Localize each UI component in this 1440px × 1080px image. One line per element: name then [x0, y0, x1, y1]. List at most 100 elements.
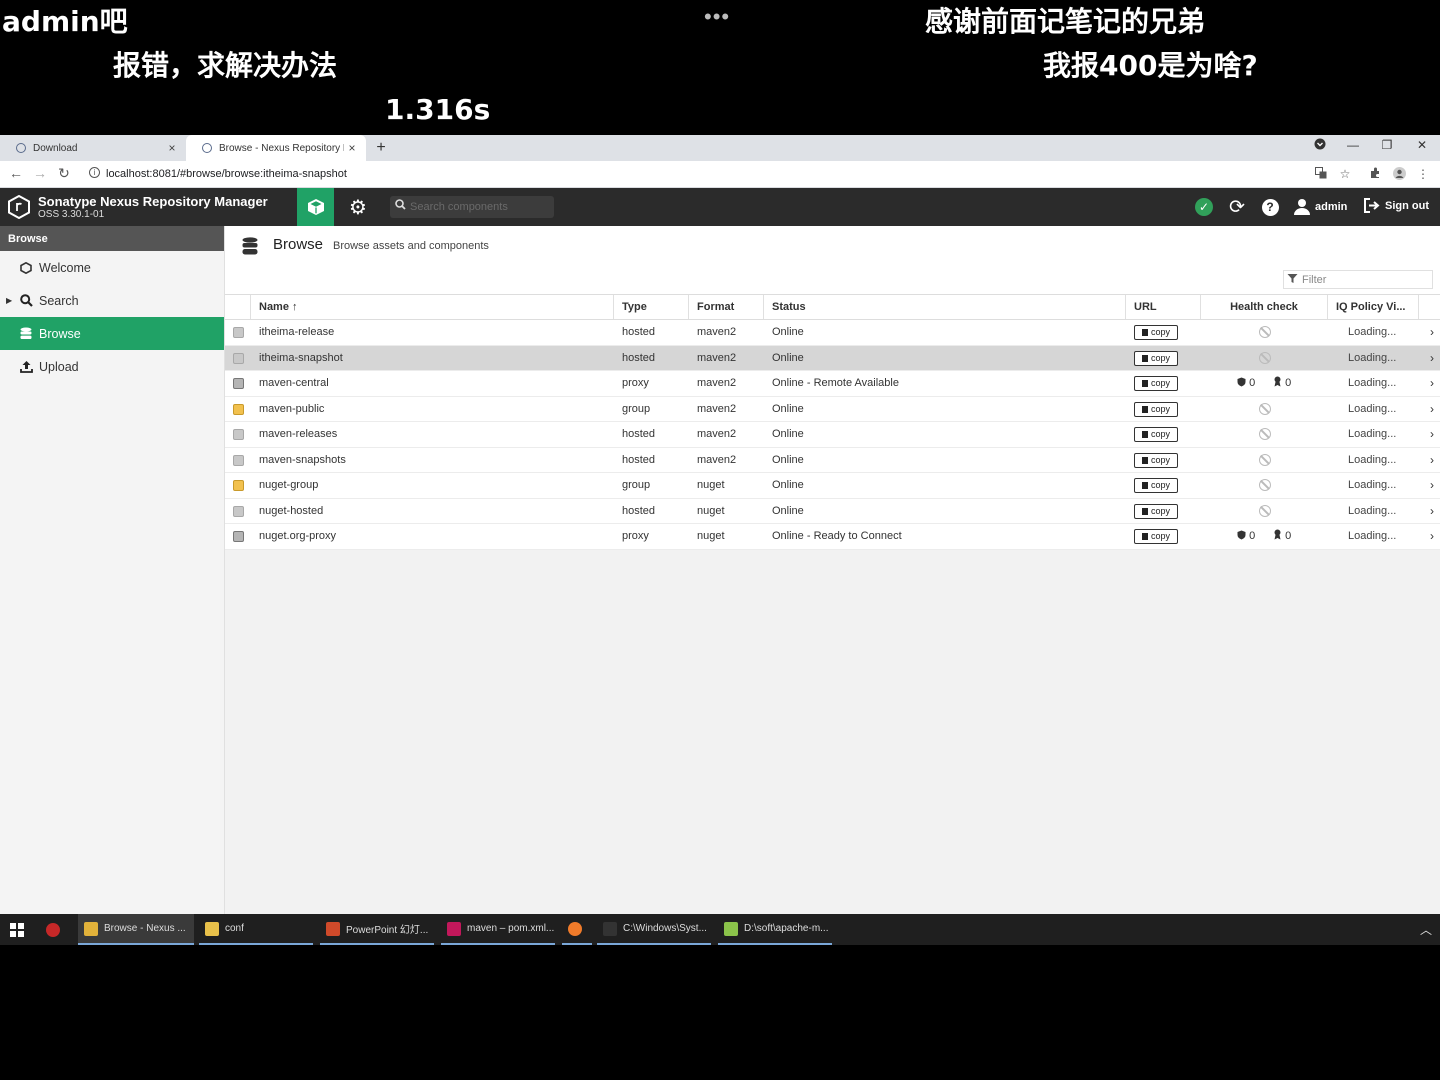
table-row[interactable]: nuget-group group nuget Online copy Loading..… — [225, 473, 1440, 499]
security-shield-icon[interactable]: 0 — [1237, 524, 1255, 549]
copy-url-button[interactable]: copy — [1134, 401, 1178, 417]
forward-arrow-icon[interactable]: → — [31, 165, 49, 181]
chevron-right-icon[interactable]: › — [1430, 397, 1434, 422]
column-header-name[interactable]: Name ↑ — [251, 295, 614, 319]
license-ribbon-icon[interactable]: 0 — [1273, 524, 1291, 549]
chevron-right-icon[interactable]: › — [1430, 320, 1434, 345]
restore-button[interactable]: ❐ — [1377, 138, 1397, 152]
taskbar-item[interactable]: Browse - Nexus ... — [78, 914, 194, 945]
sonatype-logo-icon[interactable] — [8, 195, 30, 219]
windows-start-icon[interactable] — [10, 923, 24, 937]
bookmark-star-icon[interactable]: ☆ — [1337, 167, 1353, 181]
repo-status: Online — [772, 351, 804, 364]
sidebar-item-search[interactable]: ▶ Search — [0, 284, 224, 317]
column-header-format[interactable]: Format — [689, 295, 764, 319]
profile-menu-icon[interactable] — [1310, 138, 1330, 153]
sidebar-item-welcome[interactable]: Welcome — [0, 251, 224, 284]
health-check-disabled-icon[interactable] — [1259, 479, 1271, 491]
health-check-disabled-icon[interactable] — [1259, 453, 1271, 466]
browser-tab-nexus[interactable]: Browse - Nexus Repository M... × — [186, 135, 366, 161]
chevron-right-icon[interactable]: › — [1430, 346, 1434, 371]
health-check-cell — [1201, 473, 1328, 498]
user-menu-button[interactable]: admin — [1294, 198, 1347, 215]
taskbar-item[interactable]: conf — [199, 914, 313, 945]
filter-box[interactable] — [1283, 270, 1433, 289]
copy-url-button[interactable]: copy — [1134, 376, 1178, 391]
url-field[interactable]: localhost:8081/#browse/browse:itheima-sn… — [106, 168, 347, 180]
back-arrow-icon[interactable]: ← — [7, 165, 25, 181]
chevron-right-icon[interactable]: › — [1430, 473, 1434, 498]
expand-arrow-icon[interactable]: ▶ — [6, 296, 12, 305]
refresh-icon[interactable]: ⟳ — [1226, 196, 1248, 218]
column-header-status[interactable]: Status — [764, 295, 1126, 319]
health-check-disabled-icon[interactable] — [1259, 326, 1271, 338]
more-options-icon[interactable]: ••• — [704, 4, 730, 30]
taskbar-app-icon[interactable] — [40, 914, 74, 945]
site-info-icon[interactable]: i — [89, 167, 100, 178]
copy-url-button[interactable]: copy — [1134, 529, 1178, 544]
copy-url-button[interactable]: copy — [1134, 503, 1178, 519]
new-tab-button[interactable]: + — [372, 139, 390, 157]
close-tab-icon[interactable]: × — [344, 141, 360, 155]
close-window-button[interactable]: ✕ — [1412, 138, 1432, 152]
minimize-button[interactable]: — — [1343, 138, 1363, 152]
search-components-box[interactable] — [390, 196, 554, 218]
health-check-disabled-icon[interactable] — [1259, 402, 1271, 415]
table-row[interactable]: itheima-release hosted maven2 Online copy Loa… — [225, 320, 1440, 346]
health-check-disabled-icon[interactable] — [1259, 351, 1271, 364]
chevron-right-icon[interactable]: › — [1430, 448, 1434, 473]
translate-icon[interactable] — [1313, 167, 1329, 182]
table-row[interactable]: maven-public group maven2 Online copy Loading… — [225, 396, 1440, 422]
copy-url-button[interactable]: copy — [1134, 478, 1178, 493]
tray-chevron-up-icon[interactable]: ︿ — [1420, 921, 1432, 938]
filter-input[interactable] — [1302, 272, 1430, 287]
repo-name: maven-releases — [259, 428, 338, 440]
security-shield-icon[interactable]: 0 — [1237, 371, 1255, 396]
reload-icon[interactable]: ↻ — [55, 165, 73, 182]
sidebar-item-browse[interactable]: Browse — [0, 317, 224, 350]
taskbar-item-label: conf — [225, 923, 244, 934]
help-icon[interactable]: ? — [1259, 196, 1281, 218]
browser-tab-download[interactable]: Download × — [0, 135, 186, 161]
taskbar-item[interactable]: PowerPoint 幻灯... — [320, 914, 434, 945]
taskbar-item[interactable]: C:\Windows\Syst... — [597, 914, 711, 945]
sign-out-button[interactable]: Sign out — [1364, 198, 1429, 213]
copy-url-button[interactable]: copy — [1134, 427, 1178, 442]
chevron-right-icon[interactable]: › — [1430, 422, 1434, 447]
table-row[interactable]: nuget-hosted hosted nuget Online copy Loading… — [225, 498, 1440, 524]
health-check-disabled-icon[interactable] — [1259, 428, 1271, 440]
column-header-iq-policy[interactable]: IQ Policy Vi... — [1328, 295, 1419, 319]
copy-url-button[interactable]: copy — [1134, 452, 1178, 468]
health-check-disabled-icon[interactable] — [1259, 504, 1271, 517]
taskbar-item[interactable]: D:\soft\apache-m... — [718, 914, 832, 945]
chevron-right-icon[interactable]: › — [1430, 524, 1434, 549]
cube-icon — [307, 199, 324, 215]
column-header-url[interactable]: URL — [1126, 295, 1201, 319]
copy-url-button[interactable]: copy — [1134, 325, 1178, 340]
table-row[interactable]: maven-central proxy maven2 Online - Remote … — [225, 371, 1440, 397]
column-header-health-check[interactable]: Health check — [1201, 295, 1328, 319]
close-tab-icon[interactable]: × — [164, 141, 180, 155]
license-ribbon-icon[interactable]: 0 — [1273, 371, 1291, 396]
browse-mode-button[interactable] — [297, 188, 334, 226]
taskbar-item[interactable] — [562, 914, 592, 945]
extensions-icon[interactable] — [1367, 167, 1383, 182]
chevron-right-icon[interactable]: › — [1430, 499, 1434, 524]
table-row[interactable]: nuget.org-proxy proxy nuget Online - Ready … — [225, 524, 1440, 550]
table-row[interactable]: maven-releases hosted maven2 Online copy Load… — [225, 422, 1440, 448]
chevron-right-icon[interactable]: › — [1430, 371, 1434, 396]
health-check-cell — [1201, 397, 1328, 422]
search-components-input[interactable] — [410, 198, 550, 216]
table-row[interactable]: maven-snapshots hosted maven2 Online copy Loa… — [225, 447, 1440, 473]
repo-status: Online — [772, 479, 804, 491]
column-header-type[interactable]: Type — [614, 295, 689, 319]
taskbar-item[interactable]: maven – pom.xml... — [441, 914, 555, 945]
profile-avatar-icon[interactable] — [1391, 167, 1407, 183]
repo-format: nuget — [697, 530, 725, 542]
table-row[interactable]: itheima-snapshot hosted maven2 Online copy Lo… — [225, 345, 1440, 371]
system-status-icon[interactable]: ✓ — [1193, 196, 1215, 218]
copy-url-button[interactable]: copy — [1134, 350, 1178, 366]
admin-settings-button[interactable]: ⚙ — [343, 188, 373, 226]
browser-menu-icon[interactable]: ⋮ — [1415, 167, 1431, 181]
sidebar-item-upload[interactable]: Upload — [0, 350, 224, 383]
